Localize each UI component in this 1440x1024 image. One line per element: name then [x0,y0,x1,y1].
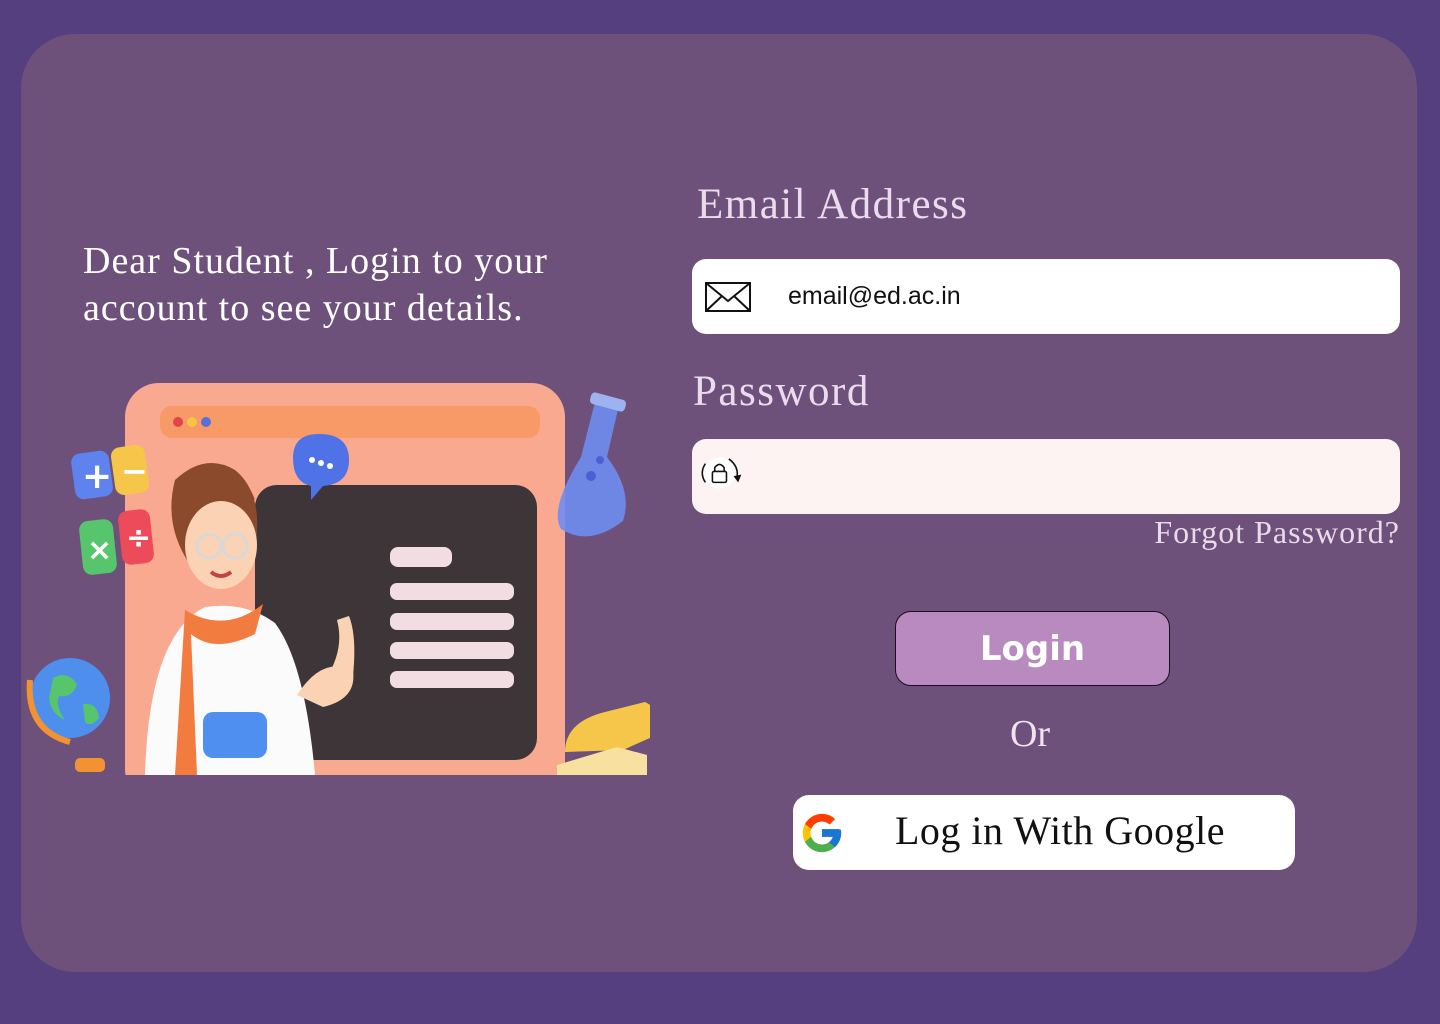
login-button[interactable]: Login [895,611,1170,686]
or-separator: Or [1009,713,1051,755]
google-login-button[interactable]: Log in With Google [793,795,1295,870]
svg-text:÷: ÷ [126,521,151,556]
svg-text:×: × [87,533,112,568]
password-label: Password [693,368,870,415]
teacher-illustration: + − × ÷ [26,383,650,775]
email-input[interactable] [788,259,1378,334]
email-label: Email Address [697,181,969,228]
password-input[interactable] [788,439,1378,514]
lock-refresh-icon [701,457,742,489]
forgot-password-link[interactable]: Forgot Password? [1154,514,1400,551]
password-field[interactable] [692,439,1400,514]
google-button-label: Log in With Google [895,808,1225,853]
envelope-icon [705,282,751,312]
svg-text:+: + [82,456,112,497]
svg-text:−: − [121,452,148,490]
welcome-message: Dear Student , Login to your account to … [83,240,548,329]
google-g-icon [802,813,842,853]
email-field[interactable] [692,259,1400,334]
